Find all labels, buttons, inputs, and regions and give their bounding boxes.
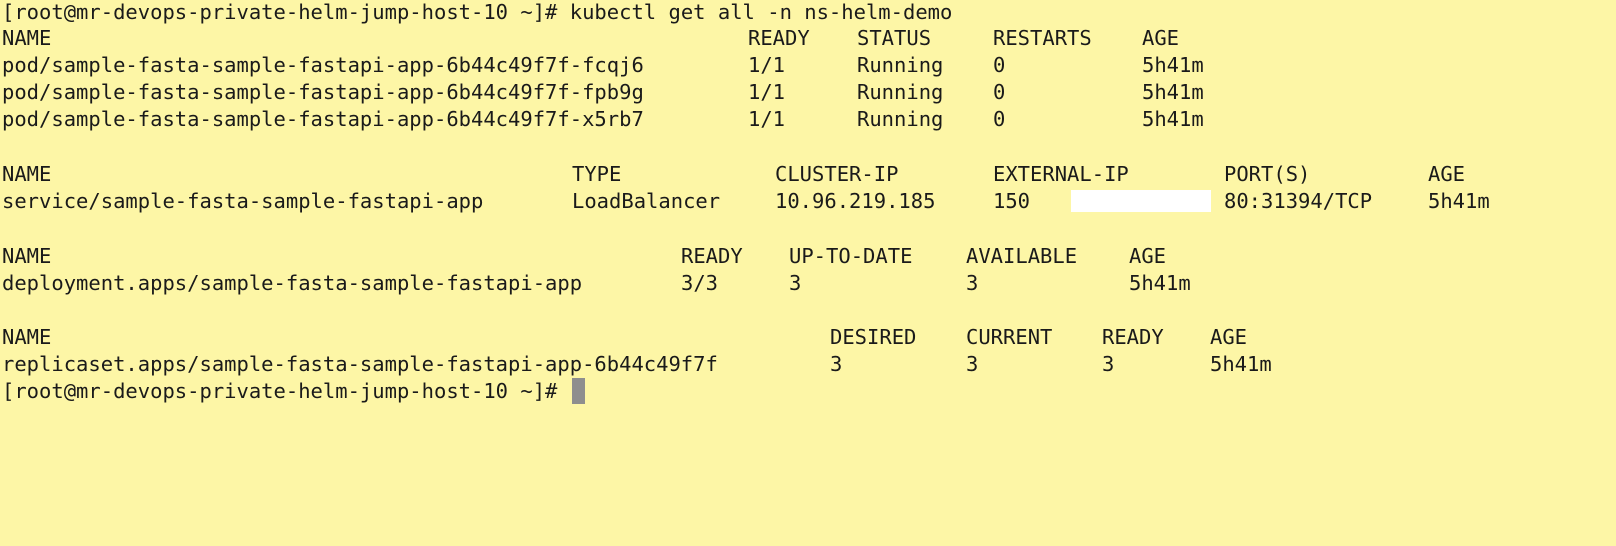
deployments-header-up-to-date: UP-TO-DATE <box>789 244 913 268</box>
services-header-ports: PORT(S) <box>1224 162 1311 186</box>
pod-ready: 1/1 <box>748 107 786 131</box>
pods-header-restarts: RESTARTS <box>993 26 1092 50</box>
redaction-box <box>1071 190 1211 212</box>
service-type: LoadBalancer <box>572 189 721 213</box>
pod-name: pod/sample-fasta-sample-fastapi-app-6b44… <box>2 53 644 77</box>
deployment-ready: 3/3 <box>681 271 719 295</box>
deployment-up-to-date: 3 <box>789 271 802 295</box>
pod-status: Running <box>857 80 944 104</box>
command-line: [root@mr-devops-private-helm-jump-host-1… <box>2 0 952 26</box>
command-text: kubectl get all -n ns-helm-demo <box>569 0 953 24</box>
replicaset-current: 3 <box>966 352 979 376</box>
replicaset-name: replicaset.apps/sample-fasta-sample-fast… <box>2 352 718 376</box>
deployment-name: deployment.apps/sample-fasta-sample-fast… <box>2 271 583 295</box>
replicasets-header-row: NAME DESIRED CURRENT READY AGE <box>2 323 1247 351</box>
pod-name: pod/sample-fasta-sample-fastapi-app-6b44… <box>2 80 644 104</box>
service-external-ip-visible: 150 <box>993 189 1031 213</box>
pods-header-row: NAME READY STATUS RESTARTS AGE <box>2 24 1179 52</box>
pods-header-ready: READY <box>748 26 810 50</box>
replicaset-desired: 3 <box>830 352 843 376</box>
deployments-header-age: AGE <box>1129 244 1167 268</box>
pod-restarts: 0 <box>993 107 1006 131</box>
deployment-available: 3 <box>966 271 979 295</box>
pod-age: 5h41m <box>1142 80 1204 104</box>
shell-prompt: [root@mr-devops-private-helm-jump-host-1… <box>2 0 558 24</box>
service-age: 5h41m <box>1428 189 1490 213</box>
prompt-line[interactable]: [root@mr-devops-private-helm-jump-host-1… <box>2 377 585 405</box>
deployments-header-name: NAME <box>2 244 52 268</box>
table-row: pod/sample-fasta-sample-fastapi-app-6b44… <box>2 51 1204 79</box>
table-row: pod/sample-fasta-sample-fastapi-app-6b44… <box>2 105 1204 133</box>
block-cursor <box>571 378 585 404</box>
service-cluster-ip: 10.96.219.185 <box>775 189 936 213</box>
replicasets-header-age: AGE <box>1210 325 1248 349</box>
pod-name: pod/sample-fasta-sample-fastapi-app-6b44… <box>2 107 644 131</box>
table-row: service/sample-fasta-sample-fastapi-app … <box>2 187 1490 215</box>
pod-age: 5h41m <box>1142 53 1204 77</box>
pod-age: 5h41m <box>1142 107 1204 131</box>
pod-status: Running <box>857 107 944 131</box>
replicaset-age: 5h41m <box>1210 352 1272 376</box>
pod-ready: 1/1 <box>748 80 786 104</box>
replicasets-header-current: CURRENT <box>966 325 1053 349</box>
replicasets-header-name: NAME <box>2 325 52 349</box>
deployments-header-available: AVAILABLE <box>966 244 1078 268</box>
deployments-header-ready: READY <box>681 244 743 268</box>
service-name: service/sample-fasta-sample-fastapi-app <box>2 189 484 213</box>
pod-restarts: 0 <box>993 80 1006 104</box>
services-header-cluster-ip: CLUSTER-IP <box>775 162 899 186</box>
pods-header-age: AGE <box>1142 26 1180 50</box>
services-header-external-ip: EXTERNAL-IP <box>993 162 1129 186</box>
replicasets-header-desired: DESIRED <box>830 325 917 349</box>
services-header-type: TYPE <box>572 162 622 186</box>
services-header-name: NAME <box>2 162 52 186</box>
service-ports: 80:31394/TCP <box>1224 189 1373 213</box>
table-row: pod/sample-fasta-sample-fastapi-app-6b44… <box>2 78 1204 106</box>
pod-ready: 1/1 <box>748 53 786 77</box>
deployment-age: 5h41m <box>1129 271 1191 295</box>
deployments-header-row: NAME READY UP-TO-DATE AVAILABLE AGE <box>2 242 1166 270</box>
pods-header-name: NAME <box>2 26 52 50</box>
replicasets-header-ready: READY <box>1102 325 1164 349</box>
pods-header-status: STATUS <box>857 26 932 50</box>
replicaset-ready: 3 <box>1102 352 1115 376</box>
shell-prompt: [root@mr-devops-private-helm-jump-host-1… <box>2 379 558 403</box>
pod-status: Running <box>857 53 944 77</box>
services-header-row: NAME TYPE CLUSTER-IP EXTERNAL-IP PORT(S)… <box>2 160 1465 188</box>
terminal-window[interactable]: [root@mr-devops-private-helm-jump-host-1… <box>0 0 1616 440</box>
services-header-age: AGE <box>1428 162 1466 186</box>
pod-restarts: 0 <box>993 53 1006 77</box>
table-row: deployment.apps/sample-fasta-sample-fast… <box>2 269 1191 297</box>
table-row: replicaset.apps/sample-fasta-sample-fast… <box>2 350 1272 378</box>
